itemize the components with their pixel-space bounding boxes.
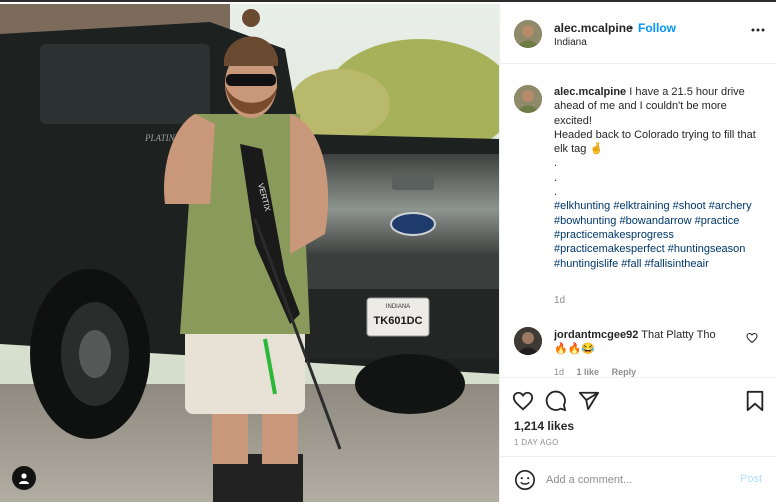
heart-icon[interactable]: [512, 390, 534, 412]
hashtag-link[interactable]: #shoot: [673, 200, 706, 212]
comment-item: jordantmcgee92 That Platty Tho 🔥🔥😂: [554, 328, 739, 356]
caption-avatar[interactable]: [514, 85, 542, 113]
caption-time: 1d: [554, 295, 566, 306]
comments-scroll-area[interactable]: alec.mcalpine I have a 21.5 hour drive a…: [500, 65, 776, 377]
post-age: 1 DAY AGO: [514, 438, 559, 447]
post-side-panel: alec.mcalpine • Follow Indiana alec.mcal…: [499, 4, 776, 502]
comment-emojis: 🔥🔥😂: [554, 343, 596, 355]
hashtag-link[interactable]: #fallisintheair: [645, 258, 709, 270]
follow-button[interactable]: Follow: [638, 21, 676, 35]
post-caption: alec.mcalpine I have a 21.5 hour drive a…: [554, 85, 766, 271]
caption-line-2: Headed back to Colorado trying to fill t…: [554, 128, 756, 156]
caption-dot: .: [554, 157, 558, 170]
author-avatar[interactable]: [514, 20, 542, 48]
post-comment-button[interactable]: Post: [740, 473, 762, 485]
hashtag-link[interactable]: #bowhunting: [554, 215, 616, 227]
comment-icon[interactable]: [545, 390, 567, 412]
comment-username[interactable]: jordantmcgee92: [554, 329, 638, 341]
hashtag-link[interactable]: #fall: [621, 258, 641, 270]
hashtag-link[interactable]: #huntingseason: [668, 243, 746, 255]
post-actions: 1,214 likes 1 DAY AGO: [500, 377, 776, 465]
post-header: alec.mcalpine • Follow Indiana: [500, 4, 776, 64]
plate-state-text: INDIANA: [386, 304, 410, 310]
post-image: INDIANA TK601DC PLATINUM VERTIX: [0, 4, 499, 502]
comment-meta: 1d 1 like Reply: [554, 367, 646, 377]
hashtag-link[interactable]: #archery: [709, 200, 752, 212]
share-icon[interactable]: [578, 390, 600, 412]
post-location[interactable]: Indiana: [554, 37, 587, 48]
reply-button[interactable]: Reply: [612, 367, 637, 377]
separator-dot: •: [629, 21, 634, 35]
tagged-user-icon[interactable]: [12, 466, 36, 490]
post-photo[interactable]: INDIANA TK601DC PLATINUM VERTIX: [0, 4, 499, 502]
comment-likes[interactable]: 1 like: [577, 367, 600, 377]
comment-like-icon[interactable]: [746, 332, 758, 344]
comment-text: That Platty Tho: [641, 329, 716, 341]
hashtag-list: #elkhunting #elktraining #shoot #archery…: [554, 199, 766, 270]
hashtag-link[interactable]: #bowandarrow: [619, 215, 691, 227]
comment-input[interactable]: [546, 470, 726, 490]
hashtag-link[interactable]: #elkhunting: [554, 200, 610, 212]
hashtag-link[interactable]: #practicemakesprogress: [554, 229, 674, 241]
add-comment-bar: Post: [500, 456, 776, 502]
post-modal: INDIANA TK601DC PLATINUM VERTIX alec.mca…: [0, 0, 776, 502]
more-horizontal-icon[interactable]: [750, 22, 766, 38]
caption-dot: .: [554, 171, 558, 184]
comment-time: 1d: [554, 367, 565, 377]
caption-dot: .: [554, 186, 558, 199]
hashtag-link[interactable]: #huntingislife: [554, 258, 618, 270]
plate-number-text: TK601DC: [374, 315, 423, 327]
commenter-avatar[interactable]: [514, 327, 542, 355]
hashtag-link[interactable]: #elktraining: [613, 200, 669, 212]
caption-username[interactable]: alec.mcalpine: [554, 86, 626, 98]
hashtag-link[interactable]: #practicemakesperfect: [554, 243, 665, 255]
bookmark-icon[interactable]: [744, 390, 766, 412]
author-username[interactable]: alec.mcalpine: [554, 21, 633, 35]
emoji-icon[interactable]: [514, 469, 536, 491]
hashtag-link[interactable]: #practice: [695, 215, 740, 227]
likes-count[interactable]: 1,214 likes: [514, 419, 574, 433]
